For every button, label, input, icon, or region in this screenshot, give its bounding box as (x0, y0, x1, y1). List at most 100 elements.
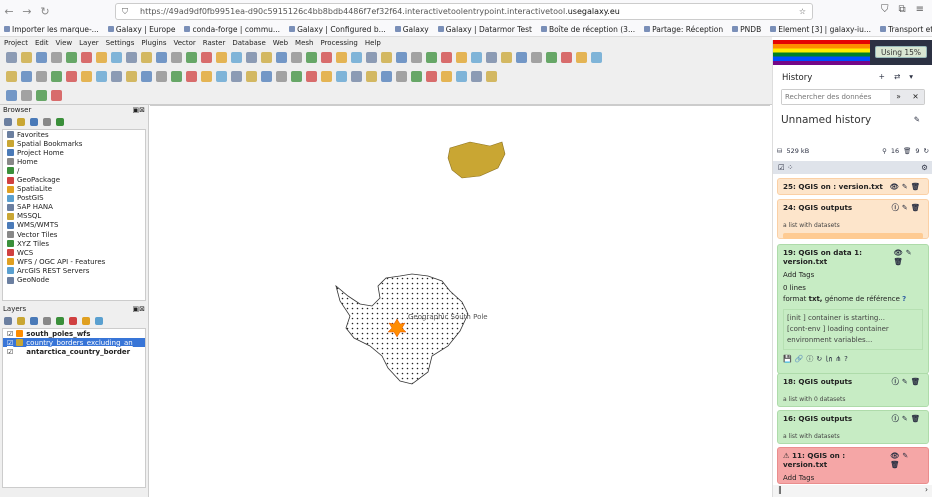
item-title[interactable]: 25: QGIS on : version.txt (783, 182, 883, 191)
map-canvas[interactable]: Geographic South Pole (150, 105, 770, 497)
panel-tool-icon[interactable] (30, 118, 38, 126)
item-actions[interactable]: ⓘ✎🗑 (892, 414, 923, 424)
refresh-icon[interactable]: ↻ (924, 147, 929, 155)
panel-tool-icon[interactable] (56, 118, 64, 126)
tool-icon[interactable] (246, 52, 257, 63)
tool-icon[interactable] (21, 71, 32, 82)
layer-checkbox[interactable]: ☑ (7, 339, 13, 347)
menu-database[interactable]: Database (232, 39, 265, 47)
tool-icon[interactable] (36, 71, 47, 82)
browser-item-label[interactable]: Home (17, 158, 38, 166)
bookmark-item[interactable]: Galaxy (394, 25, 429, 34)
close-panel-icon[interactable]: ▣⊠ (133, 106, 145, 114)
bookmark-label[interactable]: Galaxy | Configured b... (297, 25, 386, 34)
tool-icon[interactable] (486, 52, 497, 63)
tool-icon[interactable] (381, 71, 392, 82)
menu-processing[interactable]: Processing (320, 39, 357, 47)
tool-icon[interactable] (516, 52, 527, 63)
tool-icon[interactable] (156, 71, 167, 82)
bookmark-item[interactable]: Galaxy | Configured b... (289, 25, 386, 34)
browser-item[interactable]: GeoPackage (3, 175, 145, 184)
quota-meter[interactable]: Using 15% (875, 46, 927, 58)
browser-item-label[interactable]: GeoNode (17, 276, 49, 284)
browser-item-label[interactable]: WMS/WMTS (17, 221, 58, 229)
bookmark-label[interactable]: conda-forge | commu... (192, 25, 280, 34)
history-options-icon[interactable]: ▾ (909, 72, 922, 81)
bookmark-item[interactable]: Element [3] | galaxy-iu... (770, 25, 871, 34)
tool-icon[interactable] (456, 71, 467, 82)
tool-icon[interactable] (216, 71, 227, 82)
tool-icon[interactable] (276, 52, 287, 63)
browser-item-label[interactable]: Favorites (17, 131, 49, 139)
item-title[interactable]: 18: QGIS outputs (783, 377, 852, 387)
browser-item-label[interactable]: PostGIS (17, 194, 44, 202)
pocket-icon[interactable]: ⛉ (881, 4, 889, 15)
tool-icon[interactable] (396, 52, 407, 63)
tool-icon[interactable] (141, 71, 152, 82)
tool-icon[interactable] (426, 52, 437, 63)
bookmark-label[interactable]: Partage: Réception (652, 25, 723, 34)
tool-icon[interactable] (411, 71, 422, 82)
tool-icon[interactable] (306, 71, 317, 82)
tool-icon[interactable] (81, 52, 92, 63)
menu-plugins[interactable]: Plugins (141, 39, 166, 47)
menu-layer[interactable]: Layer (79, 39, 99, 47)
bookmark-item[interactable]: Boîte de réception (3... (540, 25, 635, 34)
browser-item-label[interactable]: XYZ Tiles (17, 240, 49, 248)
tool-icon[interactable] (51, 71, 62, 82)
clear-search-icon[interactable]: ✕ (907, 90, 924, 104)
tool-icon[interactable] (291, 71, 302, 82)
tool-icon[interactable] (366, 71, 377, 82)
tool-icon[interactable] (441, 71, 452, 82)
tool-icon[interactable] (336, 52, 347, 63)
tool-icon[interactable] (201, 52, 212, 63)
tool-icon[interactable] (36, 52, 47, 63)
new-history-icon[interactable]: + (879, 72, 894, 81)
add-tags[interactable]: Add Tags (783, 271, 923, 279)
panel-tool-icon[interactable] (95, 317, 103, 325)
tool-icon[interactable] (21, 52, 32, 63)
bookmark-item[interactable]: Galaxy | Datarmor Test (437, 25, 532, 34)
item-title[interactable]: 11: QGIS on : version.txt (783, 451, 845, 469)
layer-name[interactable]: south_poles_wfs (26, 330, 90, 338)
tool-icon[interactable] (456, 52, 467, 63)
history-item-expanded[interactable]: 19: QGIS on data 1: version.txt 👁✎🗑 Add T… (777, 244, 929, 374)
history-item[interactable]: 24: QGIS outputs ⓘ✎🗑 a list with datasets (777, 199, 929, 239)
bookmark-label[interactable]: Transport et héberge... (888, 25, 932, 34)
layer-checkbox[interactable]: ☑ (7, 330, 13, 338)
deleted-count[interactable]: 9 (915, 147, 919, 155)
panel-tool-icon[interactable] (17, 118, 25, 126)
item-actions[interactable]: 👁✎🗑 (890, 451, 923, 469)
tool-icon[interactable] (411, 52, 422, 63)
tool-icon[interactable] (141, 52, 152, 63)
menu-view[interactable]: View (56, 39, 73, 47)
item-title[interactable]: 19: QGIS on data 1: version.txt (783, 248, 894, 266)
menu-settings[interactable]: Settings (106, 39, 135, 47)
tool-icon[interactable] (36, 89, 47, 101)
tool-icon[interactable] (486, 71, 497, 82)
tool-icon[interactable] (186, 52, 197, 63)
browser-item-label[interactable]: Vector Tiles (17, 231, 57, 239)
tool-icon[interactable] (321, 71, 332, 82)
tool-icon[interactable] (381, 52, 392, 63)
tool-icon[interactable] (231, 71, 242, 82)
bookmark-label[interactable]: Galaxy (403, 25, 429, 34)
tool-icon[interactable] (96, 52, 107, 63)
browser-item-label[interactable]: / (17, 167, 19, 175)
item-actions[interactable]: 👁✎🗑 (894, 248, 923, 266)
tool-icon[interactable] (126, 71, 137, 82)
tool-icon[interactable] (366, 52, 377, 63)
shown-count[interactable]: 16 (891, 147, 899, 155)
item-actions[interactable]: 👁✎🗑 (890, 182, 923, 191)
layer-checkbox[interactable]: ☑ (7, 348, 13, 356)
tool-icon[interactable] (171, 52, 182, 63)
history-item-error[interactable]: ⚠ 11: QGIS on : version.txt 👁✎🗑 Add Tags (777, 447, 929, 484)
tool-icon[interactable] (291, 52, 302, 63)
tool-icon[interactable] (81, 71, 92, 82)
bookmark-label[interactable]: PNDB (740, 25, 761, 34)
tool-icon[interactable] (531, 52, 542, 63)
history-search-input[interactable] (782, 90, 890, 104)
browser-item-label[interactable]: GeoPackage (17, 176, 60, 184)
browser-item[interactable]: / (3, 166, 145, 175)
layer-item[interactable]: ☑ country_borders_excluding_an (3, 338, 145, 348)
